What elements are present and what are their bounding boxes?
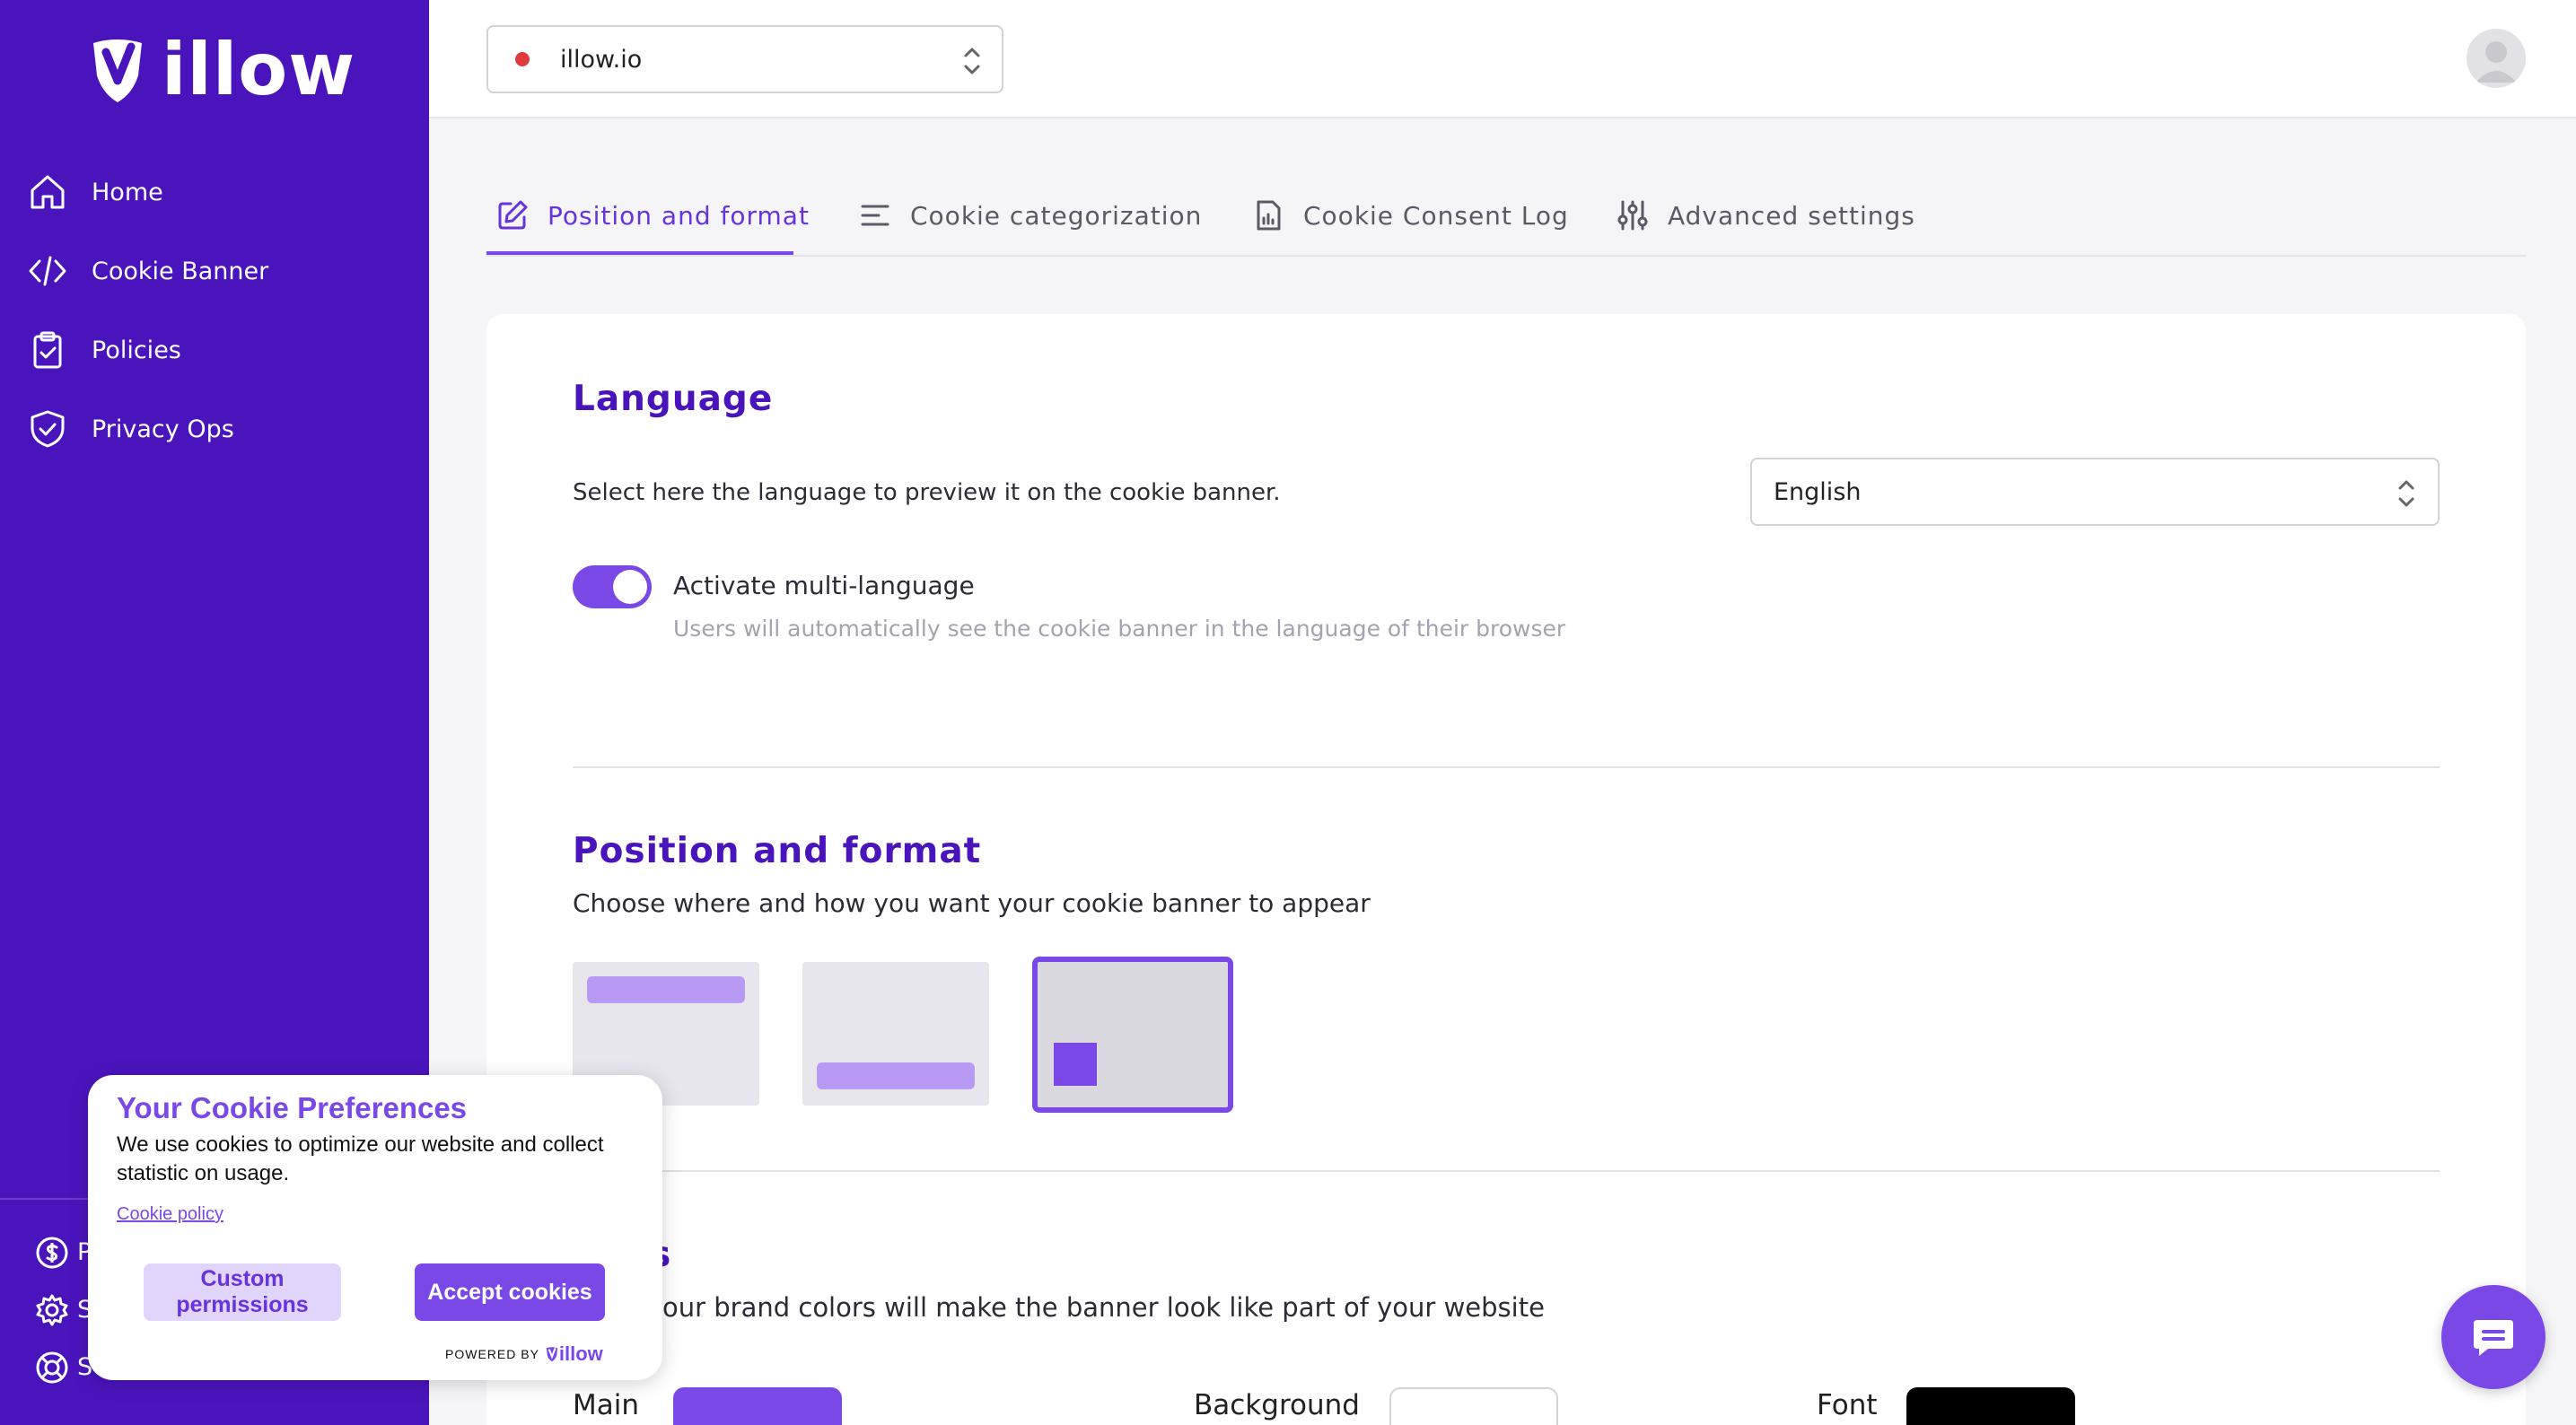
sidebar-item-privacy-ops[interactable]: Privacy Ops	[27, 402, 234, 456]
user-avatar-icon[interactable]	[2466, 29, 2526, 88]
language-description: Select here the language to preview it o…	[573, 479, 1281, 506]
position-preview-bar	[587, 976, 745, 1003]
tab-advanced-settings[interactable]: Advanced settings	[1616, 176, 1915, 255]
position-option-bottom[interactable]	[802, 962, 989, 1106]
site-select-value: illow.io	[560, 45, 643, 74]
tab-position-and-format[interactable]: Position and format	[495, 176, 810, 255]
custom-permissions-button[interactable]: Custom permissions	[144, 1263, 341, 1321]
color-swatch-main[interactable]	[673, 1387, 842, 1425]
color-label-background: Background	[1194, 1389, 1360, 1421]
tab-label: Cookie Consent Log	[1303, 200, 1569, 231]
lifebuoy-icon[interactable]	[34, 1350, 70, 1386]
dollar-circle-icon[interactable]	[34, 1235, 70, 1271]
position-option-corner-selected[interactable]	[1032, 957, 1233, 1113]
position-description: Choose where and how you want your cooki…	[573, 888, 1371, 918]
multi-language-toggle[interactable]	[573, 565, 652, 608]
language-select[interactable]: English	[1750, 458, 2440, 526]
chat-launcher-button[interactable]	[2441, 1285, 2545, 1389]
chat-icon	[2474, 1320, 2513, 1356]
site-select[interactable]: illow.io	[486, 25, 1003, 93]
powered-by-text: POWERED BY	[445, 1347, 539, 1361]
clipboard-check-icon	[33, 331, 62, 369]
color-swatch-font[interactable]	[1906, 1387, 2075, 1425]
cookie-popup-title: Your Cookie Preferences	[117, 1091, 468, 1124]
tab-label: Advanced settings	[1668, 200, 1915, 231]
settings-card: Language Select here the language to pre…	[486, 314, 2526, 1425]
color-label-main: Main	[573, 1389, 640, 1421]
color-label-font: Font	[1817, 1389, 1878, 1421]
sidebar-item-label: Policies	[92, 336, 181, 364]
gear-icon[interactable]	[34, 1292, 70, 1328]
accept-cookies-button[interactable]: Accept cookies	[415, 1263, 605, 1321]
multi-language-label: Activate multi-language	[673, 571, 975, 600]
shield-check-icon	[31, 410, 65, 448]
tab-cookie-consent-log[interactable]: Cookie Consent Log	[1251, 176, 1569, 255]
illow-shield-logo-icon	[93, 39, 142, 102]
sidebar-item-cookie-banner[interactable]: Cookie Banner	[27, 244, 268, 298]
sidebar-item-label: Cookie Banner	[92, 257, 269, 285]
color-swatch-background[interactable]	[1389, 1387, 1558, 1425]
tab-cookie-categorization[interactable]: Cookie categorization	[858, 176, 1202, 255]
logo-text: illow	[162, 28, 356, 111]
position-preview-bar	[817, 1062, 975, 1089]
sidebar-item-home[interactable]: Home	[27, 165, 163, 219]
illow-shield-logo-icon	[546, 1347, 558, 1362]
tab-bar: Position and format Cookie categorizatio…	[486, 176, 2526, 257]
section-divider	[573, 766, 2440, 768]
list-icon	[861, 205, 889, 226]
sidebar-item-label: Privacy Ops	[92, 415, 234, 443]
position-preview-square	[1054, 1043, 1097, 1086]
sidebar-item-policies[interactable]: Policies	[27, 323, 181, 377]
home-icon	[31, 175, 65, 209]
tab-label: Cookie categorization	[910, 200, 1203, 231]
sidebar-item-label: Home	[92, 178, 163, 206]
cookie-preferences-popup: Your Cookie Preferences We use cookies t…	[88, 1075, 662, 1380]
edit-icon	[498, 200, 528, 230]
top-bar: illow.io	[429, 0, 2576, 118]
tab-label: Position and format	[548, 200, 810, 231]
section-divider	[573, 1170, 2440, 1172]
file-chart-icon	[1257, 200, 1281, 231]
cookie-popup-body: We use cookies to optimize our website a…	[117, 1132, 604, 1185]
illow-logo[interactable]: illow	[86, 34, 355, 106]
powered-by-logo-text: illow	[558, 1342, 603, 1365]
code-icon	[29, 256, 66, 286]
section-title-position: Position and format	[573, 831, 982, 871]
powered-by-illow[interactable]: POWERED BY illow	[445, 1342, 603, 1366]
sliders-icon	[1617, 200, 1648, 231]
section-title-language: Language	[573, 379, 774, 419]
toggle-knob	[613, 570, 647, 604]
language-select-value: English	[1774, 477, 1862, 506]
multi-language-help: Users will automatically see the cookie …	[673, 616, 1566, 642]
colors-description: our brand colors will make the banner lo…	[662, 1292, 1545, 1323]
chevron-up-down-icon	[2398, 480, 2414, 507]
cookie-policy-link[interactable]: Cookie policy	[117, 1204, 223, 1225]
active-tab-indicator	[486, 251, 793, 255]
chevron-up-down-icon	[964, 48, 980, 74]
site-status-dot	[515, 52, 530, 66]
